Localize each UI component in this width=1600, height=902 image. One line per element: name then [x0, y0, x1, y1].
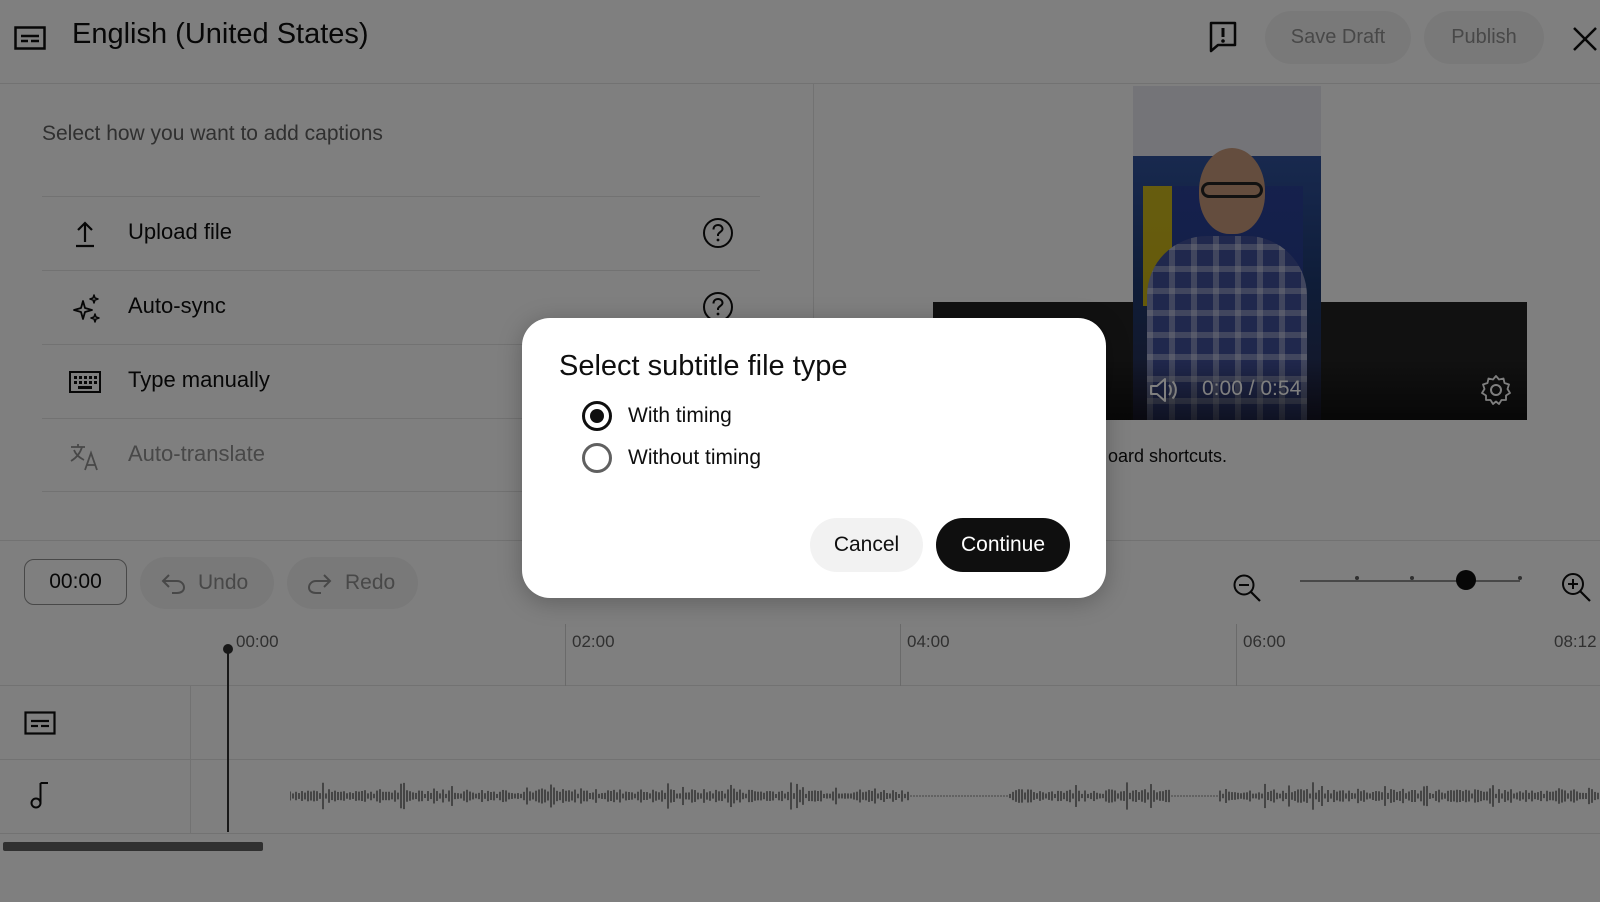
caption-editor: English (United States) Save Draft Publi… — [0, 0, 1600, 902]
cancel-button[interactable]: Cancel — [810, 518, 923, 572]
radio-button-selected[interactable] — [582, 401, 612, 431]
radio-label: Without timing — [628, 446, 762, 469]
radio-label: With timing — [628, 404, 732, 427]
continue-button[interactable]: Continue — [936, 518, 1070, 572]
subtitle-file-type-dialog: Select subtitle file type With timing Wi… — [522, 318, 1106, 598]
dialog-title: Select subtitle file type — [559, 350, 848, 382]
radio-without-timing[interactable]: Without timing — [582, 442, 761, 474]
radio-button[interactable] — [582, 443, 612, 473]
radio-with-timing[interactable]: With timing — [582, 400, 732, 432]
